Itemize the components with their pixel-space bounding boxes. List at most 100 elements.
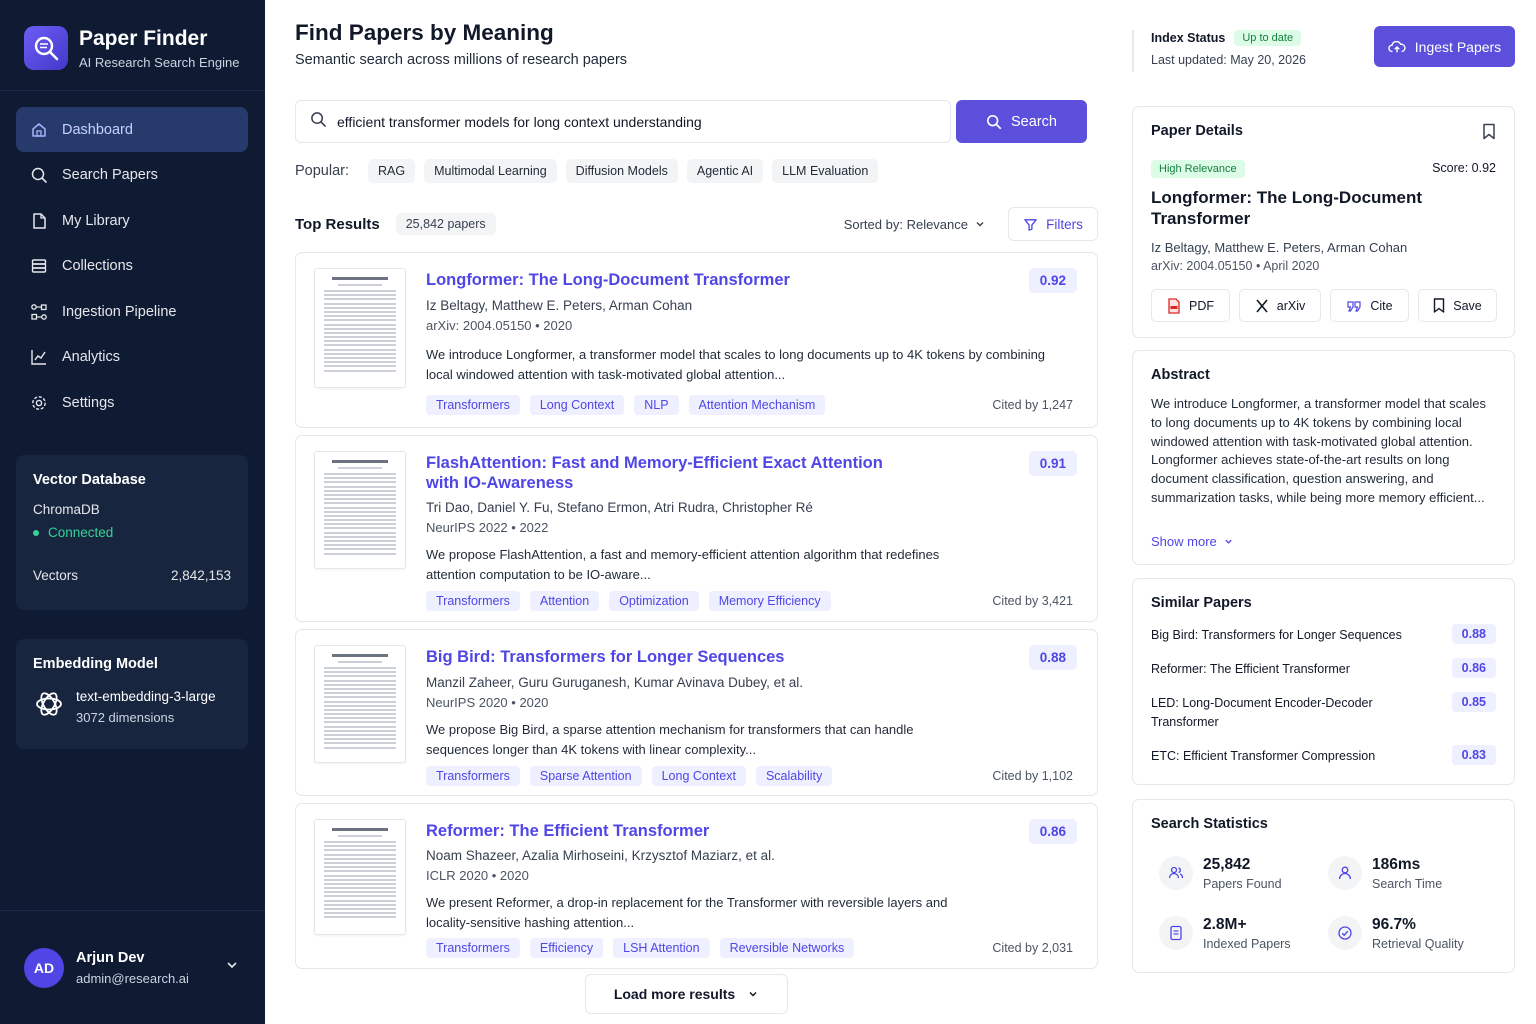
result-card[interactable]: Longformer: The Long-Document Transforme… — [295, 252, 1098, 428]
embedding-model-title: Embedding Model — [33, 656, 158, 672]
popular-chip[interactable]: Agentic AI — [686, 159, 764, 183]
tag[interactable]: Transformers — [426, 395, 520, 415]
results-header: Top Results 25,842 papers Sorted by: Rel… — [295, 207, 1098, 241]
load-more-button[interactable]: Load more results — [585, 974, 788, 1014]
search-button-label: Search — [1011, 113, 1057, 130]
page-title: Find Papers by Meaning — [295, 20, 554, 45]
similar-paper-item[interactable]: LED: Long-Document Encoder-Decoder Trans… — [1151, 692, 1496, 732]
paper-tags: Transformers Attention Optimization Memo… — [426, 591, 841, 611]
sidebar-item-my-library[interactable]: My Library — [16, 198, 248, 243]
tag[interactable]: Long Context — [651, 766, 746, 786]
tag[interactable]: Transformers — [426, 591, 520, 611]
sidebar-item-dashboard[interactable]: Dashboard — [16, 107, 248, 152]
brand[interactable]: Paper Finder AI Research Search Engine — [24, 26, 239, 70]
similar-paper-item[interactable]: ETC: Efficient Transformer Compression 0.… — [1151, 745, 1496, 766]
vectors-row: Vectors 2,842,153 — [33, 568, 231, 583]
stat-search-time: 186ms Search Time — [1328, 856, 1442, 891]
chevron-down-icon[interactable] — [225, 958, 239, 977]
details-authors: Iz Beltagy, Matthew E. Peters, Arman Coh… — [1151, 240, 1408, 255]
similar-paper-title: Big Bird: Transformers for Longer Sequen… — [1151, 628, 1402, 642]
stat-label: Papers Found — [1203, 877, 1282, 891]
abstract-heading: Abstract — [1151, 367, 1210, 383]
tag[interactable]: Reversible Networks — [719, 938, 855, 958]
paper-title-link[interactable]: FlashAttention: Fast and Memory-Efficien… — [426, 453, 896, 493]
embedding-dimensions: 3072 dimensions — [76, 709, 175, 725]
popular-chip[interactable]: Diffusion Models — [565, 159, 678, 183]
pipeline-icon — [30, 303, 48, 321]
tag[interactable]: NLP — [634, 395, 679, 415]
search-icon — [986, 114, 1002, 129]
show-more-link[interactable]: Show more — [1151, 534, 1234, 549]
user-profile[interactable]: AD Arjun Dev admin@research.ai — [0, 910, 265, 1024]
popular-chip[interactable]: Multimodal Learning — [424, 159, 557, 183]
sidebar: Paper Finder AI Research Search Engine D… — [0, 0, 265, 1024]
save-button[interactable]: Save — [1418, 289, 1497, 322]
search-bar[interactable] — [295, 100, 951, 143]
tag[interactable]: Sparse Attention — [529, 766, 642, 786]
result-card[interactable]: FlashAttention: Fast and Memory-Efficien… — [295, 435, 1098, 622]
popular-chip[interactable]: LLM Evaluation — [772, 159, 879, 183]
filter-icon — [1024, 218, 1037, 231]
app-title: Paper Finder — [79, 27, 208, 50]
bookmark-icon[interactable] — [1482, 123, 1496, 145]
paper-abstract: We propose FlashAttention, a fast and me… — [426, 547, 940, 582]
paper-title-link[interactable]: Big Bird: Transformers for Longer Sequen… — [426, 647, 785, 667]
tag[interactable]: LSH Attention — [613, 938, 710, 958]
stat-value: 186ms — [1372, 856, 1421, 873]
filters-button[interactable]: Filters — [1008, 207, 1098, 241]
arxiv-label: arXiv — [1276, 298, 1306, 313]
paper-title-link[interactable]: Longformer: The Long-Document Transforme… — [426, 270, 790, 290]
pdf-button[interactable]: PDF — [1151, 289, 1230, 322]
tag[interactable]: Efficiency — [529, 938, 604, 958]
paper-authors: Tri Dao, Daniel Y. Fu, Stefano Ermon, At… — [426, 500, 813, 515]
search-input[interactable] — [337, 113, 917, 130]
sidebar-item-search-papers[interactable]: Search Papers — [16, 153, 248, 198]
tag[interactable]: Optimization — [609, 591, 699, 611]
results-count-badge: 25,842 papers — [395, 213, 496, 235]
paper-venue: arXiv: 2004.05150 • 2020 — [426, 318, 573, 333]
tag[interactable]: Scalability — [755, 766, 833, 786]
paper-authors: Noam Shazeer, Azalia Mirhoseini, Krzyszt… — [426, 848, 775, 863]
stat-label: Retrieval Quality — [1372, 937, 1464, 951]
popular-label: Popular: — [295, 163, 350, 179]
sidebar-nav: Dashboard Search Papers My Library Colle… — [16, 107, 248, 426]
results-title: Top Results — [295, 215, 380, 233]
tag[interactable]: Attention — [529, 591, 600, 611]
stat-indexed-papers: 2.8M+ Indexed Papers — [1159, 916, 1291, 951]
cite-button[interactable]: Cite — [1330, 289, 1409, 322]
arxiv-button[interactable]: arXiv — [1239, 289, 1321, 322]
similar-paper-item[interactable]: Reformer: The Efficient Transformer 0.86 — [1151, 658, 1496, 679]
index-status: Index Status Up to date Last updated: May… — [1132, 30, 1306, 72]
sidebar-item-settings[interactable]: Settings — [16, 380, 248, 425]
citation-count: Cited by 3,421 — [992, 594, 1073, 608]
sidebar-item-collections[interactable]: Collections — [16, 244, 248, 289]
sidebar-item-ingestion-pipeline[interactable]: Ingestion Pipeline — [16, 289, 248, 334]
popular-chip[interactable]: RAG — [368, 159, 416, 183]
search-button[interactable]: Search — [956, 100, 1087, 143]
status-dot-icon — [33, 529, 39, 536]
search-icon — [30, 166, 48, 184]
result-card[interactable]: Big Bird: Transformers for Longer Sequen… — [295, 629, 1098, 796]
database-icon — [30, 257, 48, 275]
home-icon — [30, 121, 48, 139]
gear-icon — [30, 394, 48, 412]
sidebar-item-label: Analytics — [62, 349, 121, 365]
tag[interactable]: Transformers — [426, 938, 520, 958]
pdf-icon — [1168, 297, 1180, 314]
stat-retrieval-quality: 96.7% Retrieval Quality — [1328, 916, 1464, 951]
similar-paper-item[interactable]: Big Bird: Transformers for Longer Sequen… — [1151, 624, 1496, 645]
sidebar-divider — [0, 90, 265, 91]
tag[interactable]: Memory Efficiency — [708, 591, 831, 611]
sidebar-item-analytics[interactable]: Analytics — [16, 335, 248, 380]
sort-dropdown[interactable]: Sorted by: Relevance — [844, 217, 986, 232]
abstract-text: We introduce Longformer, a transformer m… — [1151, 396, 1487, 505]
sidebar-item-label: My Library — [62, 212, 130, 229]
ingest-papers-button[interactable]: Ingest Papers — [1374, 26, 1515, 67]
paper-title-link[interactable]: Reformer: The Efficient Transformer — [426, 821, 709, 841]
tag[interactable]: Attention Mechanism — [688, 395, 826, 415]
paper-authors: Manzil Zaheer, Guru Guruganesh, Kumar Av… — [426, 675, 803, 690]
paper-abstract: We introduce Longformer, a transformer m… — [426, 347, 1046, 382]
result-card[interactable]: Reformer: The Efficient Transformer 0.86… — [295, 803, 1098, 969]
tag[interactable]: Long Context — [529, 395, 625, 415]
tag[interactable]: Transformers — [426, 766, 520, 786]
